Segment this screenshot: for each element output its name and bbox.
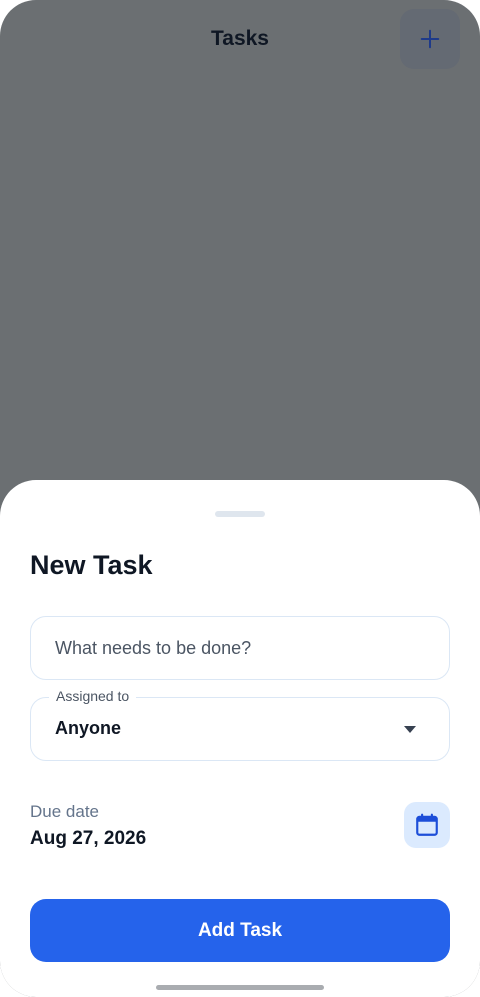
due-date-label: Due date (30, 802, 99, 821)
assigned-to-value: Anyone (55, 718, 122, 738)
add-task-button[interactable] (400, 9, 460, 69)
new-task-sheet: New Task Assigned to Anyone Due date Aug… (0, 480, 480, 997)
plus-icon (420, 29, 440, 49)
task-title-input[interactable] (30, 616, 450, 680)
calendar-icon (416, 813, 438, 836)
chevron-down-icon (404, 726, 416, 733)
phone-screen: Tasks New Task Assigned to Anyone Due da… (0, 0, 480, 997)
page-title: Tasks (211, 27, 269, 50)
sheet-drag-handle[interactable] (215, 511, 265, 517)
due-date-value: Aug 27, 2026 (30, 828, 147, 849)
app-header: Tasks (0, 0, 480, 78)
add-task-submit-button[interactable]: Add Task (30, 899, 450, 962)
home-indicator (156, 985, 324, 990)
calendar-button[interactable] (404, 802, 450, 848)
sheet-title: New Task (30, 550, 153, 580)
assigned-to-select[interactable]: Assigned to Anyone (30, 688, 450, 761)
assigned-to-label: Assigned to (49, 688, 137, 704)
